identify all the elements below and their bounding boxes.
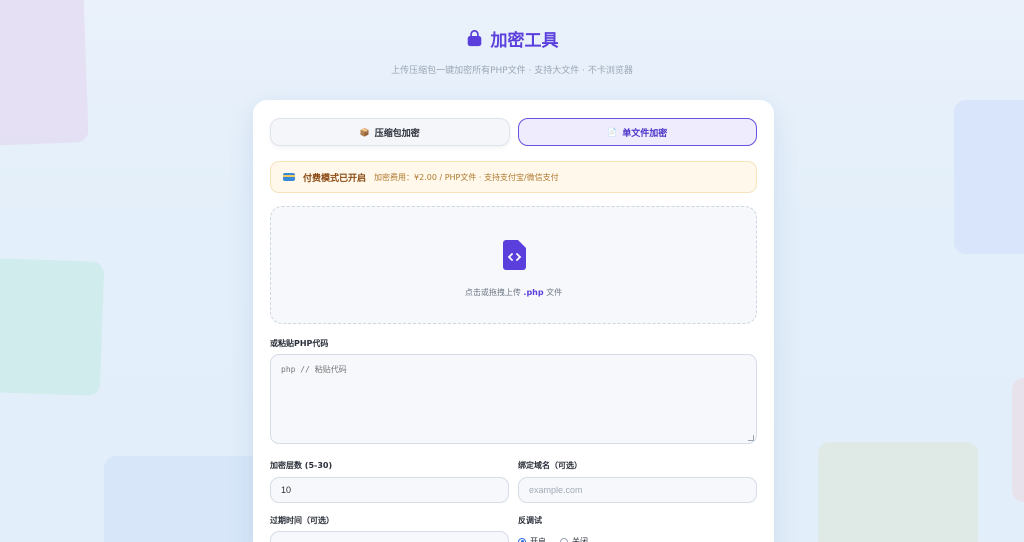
decorative-shape	[954, 100, 1024, 254]
lock-bag-icon	[467, 30, 481, 47]
tab-zip-encrypt[interactable]: 📦 压缩包加密	[270, 118, 510, 146]
decorative-shape	[818, 442, 978, 542]
resize-handle-icon[interactable]	[748, 435, 754, 441]
page-title: 加密工具	[466, 26, 559, 51]
radio-label: 开启	[530, 537, 546, 542]
notice-title: 付费模式已开启	[303, 173, 367, 184]
notice-text: 加密费用：¥2.00 / PHP文件 · 支持支付宝/微信支付	[374, 172, 559, 182]
file-icon: 📄	[607, 127, 618, 137]
expire-label: 过期时间（可选）	[270, 516, 334, 525]
anti-debug-off-radio[interactable]: 关闭	[560, 536, 588, 542]
decorative-shape	[0, 258, 105, 396]
upload-hint: 点击或拖拽上传 .php 文件	[271, 287, 756, 298]
mode-tabs: 📦 压缩包加密 📄 单文件加密	[270, 118, 757, 146]
page-header: 加密工具 上传压缩包一键加密所有PHP文件 · 支持大文件 · 不卡浏览器	[0, 26, 1024, 76]
layers-input[interactable]: 10	[270, 477, 509, 503]
decorative-shape	[1012, 378, 1024, 502]
tab-label: 单文件加密	[622, 128, 668, 139]
tab-label: 压缩包加密	[374, 128, 420, 139]
upload-hint-suffix: 文件	[546, 288, 563, 297]
domain-input[interactable]: example.com	[518, 477, 757, 503]
expire-select[interactable]	[270, 531, 509, 542]
php-file-icon	[503, 240, 526, 270]
layers-label: 加密层数 (5-30)	[270, 461, 333, 470]
encrypt-card: 📦 压缩包加密 📄 单文件加密 付费模式已开启 加密费用：¥2.00 / PHP…	[253, 100, 774, 542]
radio-dot	[560, 537, 568, 542]
php-code-textarea[interactable]	[270, 354, 757, 444]
anti-debug-label: 反调试	[518, 516, 542, 525]
radio-label: 关闭	[572, 537, 588, 542]
php-upload-dropzone[interactable]: 点击或拖拽上传 .php 文件	[270, 206, 757, 324]
code-label: 或粘贴PHP代码	[270, 339, 329, 348]
page-title-text: 加密工具	[490, 31, 559, 51]
tab-single-file-encrypt[interactable]: 📄 单文件加密	[517, 118, 757, 146]
anti-debug-on-radio[interactable]: 开启	[518, 536, 546, 542]
radio-dot-checked	[518, 537, 526, 542]
anti-debug-options: 开启 关闭	[518, 536, 588, 542]
decorative-shape	[104, 456, 264, 542]
page-subtitle: 上传压缩包一键加密所有PHP文件 · 支持大文件 · 不卡浏览器	[391, 66, 633, 76]
credit-card-icon	[283, 173, 295, 181]
package-icon: 📦	[359, 127, 370, 137]
payment-notice: 付费模式已开启 加密费用：¥2.00 / PHP文件 · 支持支付宝/微信支付	[270, 161, 757, 193]
upload-hint-prefix: 点击或拖拽上传	[464, 288, 521, 297]
domain-label: 绑定域名（可选）	[518, 461, 582, 470]
upload-hint-ext: .php	[523, 288, 544, 297]
